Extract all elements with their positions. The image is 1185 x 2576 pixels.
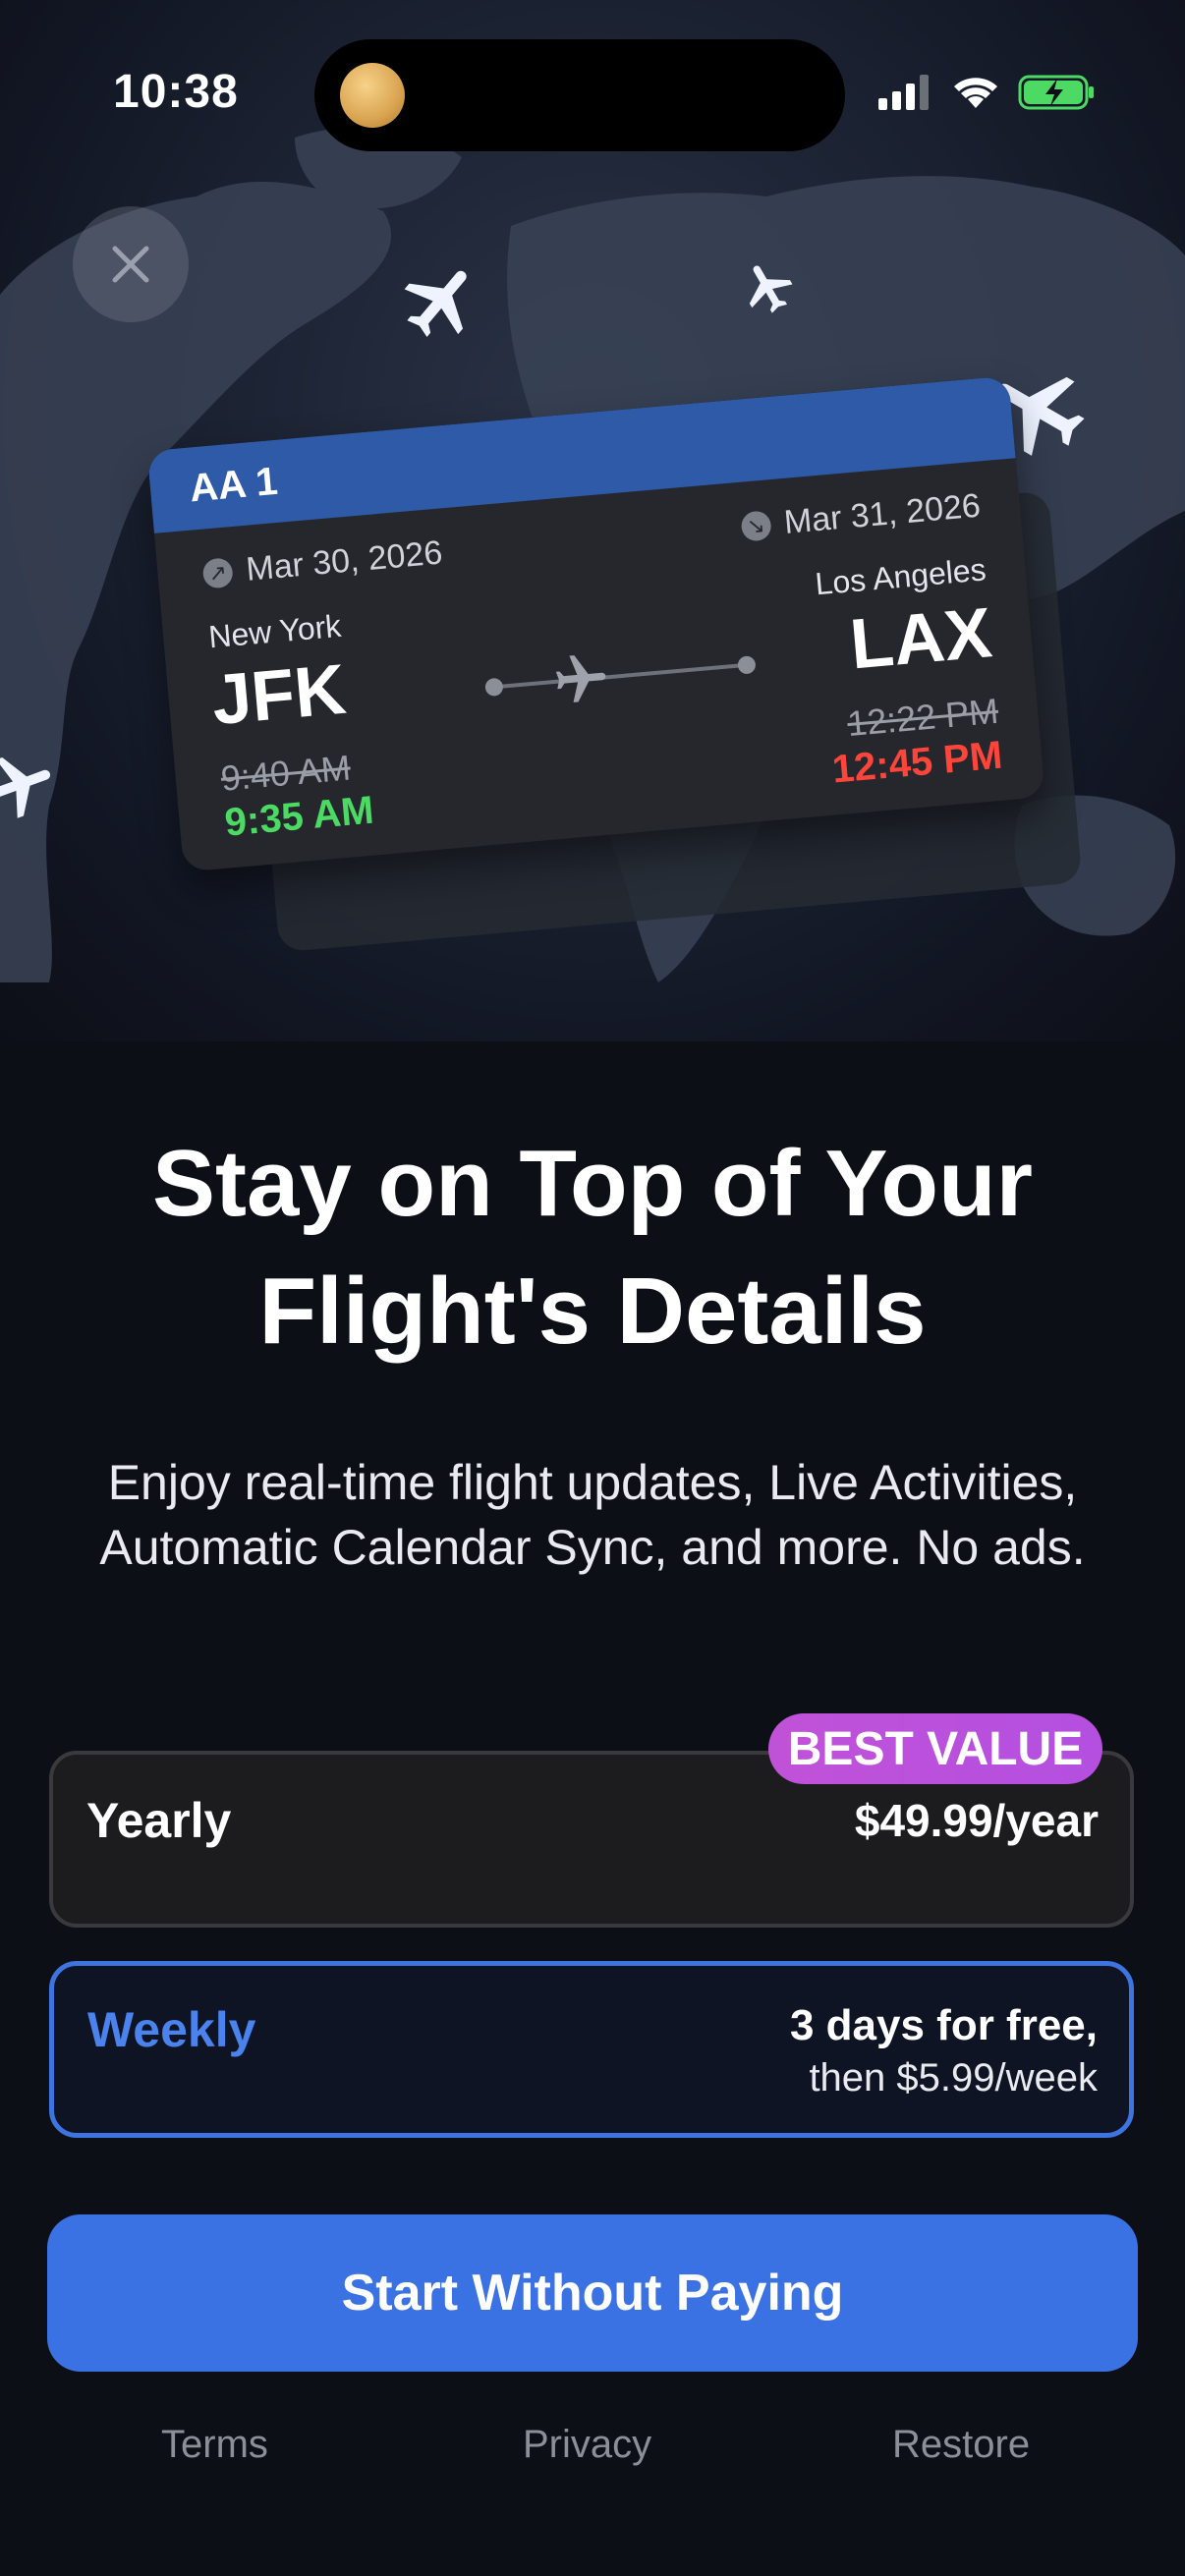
page-subtitle: Enjoy real-time flight updates, Live Act… xyxy=(39,1450,1146,1580)
arrival-date: Mar 31, 2026 xyxy=(782,486,983,541)
plan-price: then $5.99/week xyxy=(809,2056,1098,2100)
dynamic-island xyxy=(314,39,845,151)
arrival-arrow-icon: ↘ xyxy=(739,509,772,542)
title-line-2: Flight's Details xyxy=(258,1259,927,1364)
status-time: 10:38 xyxy=(113,66,239,118)
terms-link[interactable]: Terms xyxy=(161,2423,268,2467)
status-icons xyxy=(878,73,1097,112)
wifi-icon xyxy=(954,78,997,108)
departure-city: New York xyxy=(206,607,343,655)
footer-links: Terms Privacy Restore xyxy=(0,2423,1185,2482)
route-line xyxy=(484,655,757,698)
departure-code: JFK xyxy=(208,649,350,741)
coin-icon xyxy=(340,63,405,128)
plan-name: Weekly xyxy=(87,2002,256,2057)
privacy-link[interactable]: Privacy xyxy=(523,2423,651,2467)
best-value-badge: BEST VALUE xyxy=(768,1713,1102,1784)
page-title: Stay on Top of Your Flight's Details xyxy=(0,1120,1185,1375)
plan-option-weekly[interactable]: Weekly 3 days for free, then $5.99/week xyxy=(49,1961,1134,2138)
signal-icon xyxy=(878,75,929,110)
status-bar: 10:38 xyxy=(0,0,1185,187)
departure-date: Mar 30, 2026 xyxy=(244,533,444,588)
restore-link[interactable]: Restore xyxy=(892,2423,1030,2467)
plan-price: $49.99/year xyxy=(854,1795,1099,1846)
battery-charging-icon xyxy=(1018,75,1094,110)
arrival-code: LAX xyxy=(847,593,995,685)
subtitle-line-2: Automatic Calendar Sync, and more. No ad… xyxy=(99,1520,1086,1575)
subtitle-line-1: Enjoy real-time flight updates, Live Act… xyxy=(107,1455,1078,1510)
plan-name: Yearly xyxy=(86,1793,232,1848)
close-icon xyxy=(112,246,149,283)
title-line-1: Stay on Top of Your xyxy=(152,1131,1033,1236)
start-without-paying-button[interactable]: Start Without Paying xyxy=(47,2214,1138,2372)
departure-arrow-icon: ↗ xyxy=(201,556,234,589)
airplane-icon xyxy=(555,655,606,702)
plan-trial-text: 3 days for free, xyxy=(789,2001,1098,2049)
close-button[interactable] xyxy=(73,206,189,322)
flight-number: AA 1 xyxy=(188,459,280,511)
